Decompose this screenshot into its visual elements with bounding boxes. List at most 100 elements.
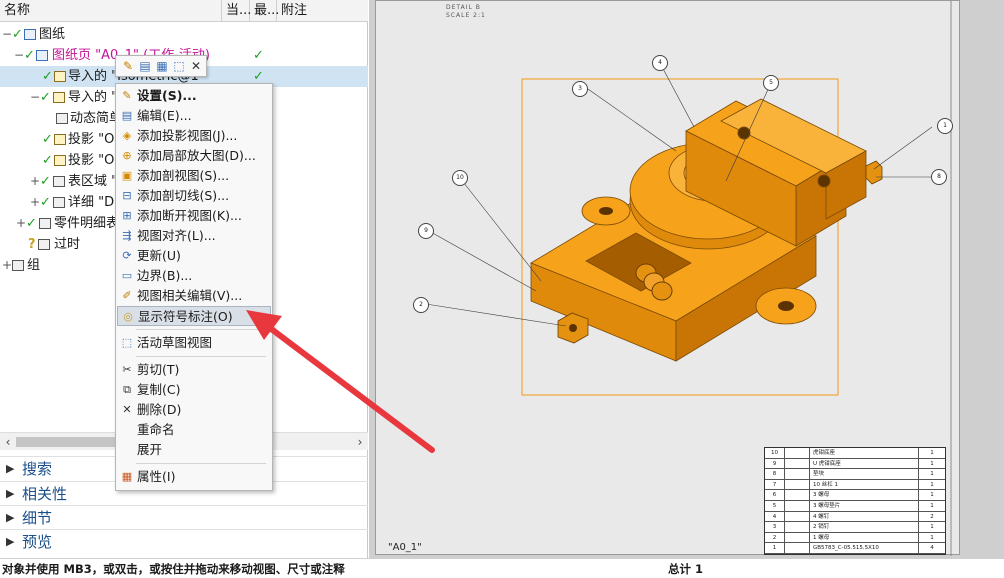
checkmark-icon[interactable]: ✓	[26, 213, 37, 234]
menu-item-expand[interactable]: 展开	[117, 440, 271, 460]
close-icon[interactable]: ✕	[188, 59, 204, 74]
menu-item-add-detail[interactable]: ⊕ 添加局部放大图(D)...	[117, 146, 271, 166]
parts-list-row[interactable]: 7 10 丝杠 1 1	[765, 479, 945, 491]
parts-list-row[interactable]: 5 3 螺母垫片 1	[765, 501, 945, 512]
column-current[interactable]: 当...	[222, 0, 251, 22]
drawing-sheet[interactable]: DETAIL B SCALE 2:1 1 2 3 4 5 8 9 10 10 虎…	[375, 0, 960, 556]
menu-item-rename[interactable]: 重命名	[117, 420, 271, 440]
align-icon: ⇶	[122, 229, 132, 242]
graphics-window[interactable]: DETAIL B SCALE 2:1 1 2 3 4 5 8 9 10 10 虎…	[369, 0, 1004, 558]
balloon-1[interactable]: 1	[937, 118, 953, 134]
parts-list-part-name: U 虎钳底座	[809, 458, 919, 469]
checkmark-icon[interactable]: ✓	[42, 150, 53, 171]
parts-list-part-name: 虎钳底座	[809, 448, 919, 458]
parts-list-row[interactable]: 2 1 螺母 1	[765, 532, 945, 544]
navigator-header: 名称 当... 最... 附注	[0, 0, 368, 22]
dashed-box-icon[interactable]: ⬚	[171, 59, 187, 74]
view-style-icon[interactable]: ▦	[154, 59, 170, 74]
balloon-5[interactable]: 5	[763, 75, 779, 91]
parts-list-part-name: 3 螺母	[809, 490, 919, 500]
menu-item-add-projection[interactable]: ◈ 添加投影视图(J)...	[117, 126, 271, 146]
menu-item-view-edit[interactable]: ✐ 视图相关编辑(V)...	[117, 286, 271, 306]
checkmark-icon[interactable]: ✓	[40, 192, 51, 213]
menu-separator	[136, 329, 266, 330]
expand-toggle[interactable]: +	[30, 171, 40, 192]
parts-list-row[interactable]: 3 2 销钉 1	[765, 522, 945, 533]
expand-toggle[interactable]: +	[16, 213, 26, 234]
menu-item-show-symbols[interactable]: ◎ 显示符号标注(O)	[117, 306, 271, 326]
edit-view-icon[interactable]: ▤	[137, 59, 153, 74]
tree-item-drawing[interactable]: − ✓ 图纸	[0, 24, 368, 45]
balloon-2[interactable]: 2	[413, 297, 429, 313]
status-bar: 对象并使用 MB3，或双击，或按住并拖动来移动视图、尺寸或注释 总计 1	[0, 558, 1004, 578]
parts-list-part-name: GB5783_C-05.515.5X10	[809, 543, 919, 553]
scroll-left-icon[interactable]: ‹	[0, 433, 16, 451]
view-icon	[54, 71, 66, 82]
collapse-toggle[interactable]: −	[2, 24, 12, 45]
sketch-view-icon: ⬚	[121, 336, 133, 349]
collapse-toggle[interactable]: −	[14, 45, 24, 66]
parts-list-index: 2	[765, 532, 785, 543]
panel-details[interactable]: ▶ 细节	[0, 505, 368, 529]
balloon-3[interactable]: 3	[572, 81, 588, 97]
menu-item-add-section-line[interactable]: ⊟ 添加剖切线(S)...	[117, 186, 271, 206]
checkmark-icon[interactable]: ✓	[42, 129, 53, 150]
column-name[interactable]: 名称	[0, 0, 222, 22]
group-icon	[12, 260, 24, 271]
folder-icon	[38, 239, 50, 250]
vise-model[interactable]	[530, 98, 883, 362]
menu-item-sketch-view[interactable]: ⬚ 活动草图视图	[117, 333, 271, 353]
parts-list-table[interactable]: 10 虎钳底座 1 9 U 虎钳底座 1 8 垫块 1 7 10 丝杠 1 1 6 3 螺母 1 5 3 螺母垫…	[764, 447, 946, 555]
menu-item-delete[interactable]: ✕ 删除(D)	[117, 400, 271, 420]
parts-list-part-name: 1 螺母	[809, 532, 919, 543]
checkmark-icon[interactable]: ✓	[12, 24, 23, 45]
menu-separator	[136, 463, 266, 464]
panel-preview[interactable]: ▶ 预览	[0, 529, 368, 553]
parts-list-index: 5	[765, 501, 785, 511]
parts-list-row[interactable]: 10 虎钳底座 1	[765, 448, 945, 459]
parts-list-qty: 1	[930, 450, 934, 456]
menu-item-boundary[interactable]: ▭ 边界(B)...	[117, 266, 271, 286]
checkmark-icon[interactable]: ✓	[40, 87, 51, 108]
menu-item-edit[interactable]: ▤ 编辑(E)...	[117, 106, 271, 126]
sheet-name-label: "A0_1"	[388, 542, 422, 553]
menu-item-add-break[interactable]: ⊞ 添加断开视图(K)...	[117, 206, 271, 226]
collapse-toggle[interactable]: −	[30, 87, 40, 108]
parts-list-row[interactable]: 6 3 螺母 1	[765, 490, 945, 501]
checkmark-icon[interactable]: ✓	[40, 171, 51, 192]
copy-icon: ⧉	[123, 383, 131, 396]
column-notes[interactable]: 附注	[277, 0, 368, 22]
edit-icon: ▤	[121, 109, 133, 122]
sheet-icon	[36, 50, 48, 61]
parts-list-row[interactable]: 9 U 虎钳底座 1	[765, 458, 945, 470]
checkmark-icon[interactable]: ✓	[24, 45, 35, 66]
scroll-right-icon[interactable]: ›	[352, 433, 368, 451]
menu-item-align[interactable]: ⇶ 视图对齐(L)...	[117, 226, 271, 246]
menu-item-update[interactable]: ⟳ 更新(U)	[117, 246, 271, 266]
parts-list-part-name: 3 螺母垫片	[809, 501, 919, 511]
balloon-4[interactable]: 4	[652, 55, 668, 71]
tree-item-label: 组	[27, 258, 41, 273]
menu-item-properties[interactable]: ▦ 属性(I)	[117, 467, 271, 487]
symbol-icon: ◎	[123, 310, 133, 323]
menu-item-settings[interactable]: ✎ 设置(S)...	[117, 86, 271, 106]
pencil-icon[interactable]: ✎	[120, 59, 136, 74]
balloon-8[interactable]: 8	[931, 169, 947, 185]
parts-list-row[interactable]: 8 垫块 1	[765, 469, 945, 480]
menu-item-add-section[interactable]: ▣ 添加剖视图(S)...	[117, 166, 271, 186]
expand-toggle[interactable]: +	[2, 255, 12, 276]
checkmark-icon[interactable]: ✓	[42, 66, 53, 87]
column-latest[interactable]: 最...	[250, 0, 279, 22]
expand-toggle[interactable]: +	[30, 192, 40, 213]
expand-arrow-icon: ▶	[6, 487, 15, 500]
balloon-9[interactable]: 9	[418, 223, 434, 239]
parts-list-row[interactable]: 1 GB5783_C-05.515.5X10 4	[765, 543, 945, 554]
tree-item-label: 表区域 "	[68, 174, 118, 189]
menu-item-cut[interactable]: ✂ 剪切(T)	[117, 360, 271, 380]
balloon-10[interactable]: 10	[452, 170, 468, 186]
parts-list-row[interactable]: 4 4 螺钉 2	[765, 511, 945, 523]
parts-list-qty: 2	[930, 513, 934, 520]
parts-list-part-name: 10 丝杠 1	[809, 479, 919, 490]
menu-item-copy[interactable]: ⧉ 复制(C)	[117, 380, 271, 400]
tree-item-label: 图纸	[39, 27, 66, 42]
